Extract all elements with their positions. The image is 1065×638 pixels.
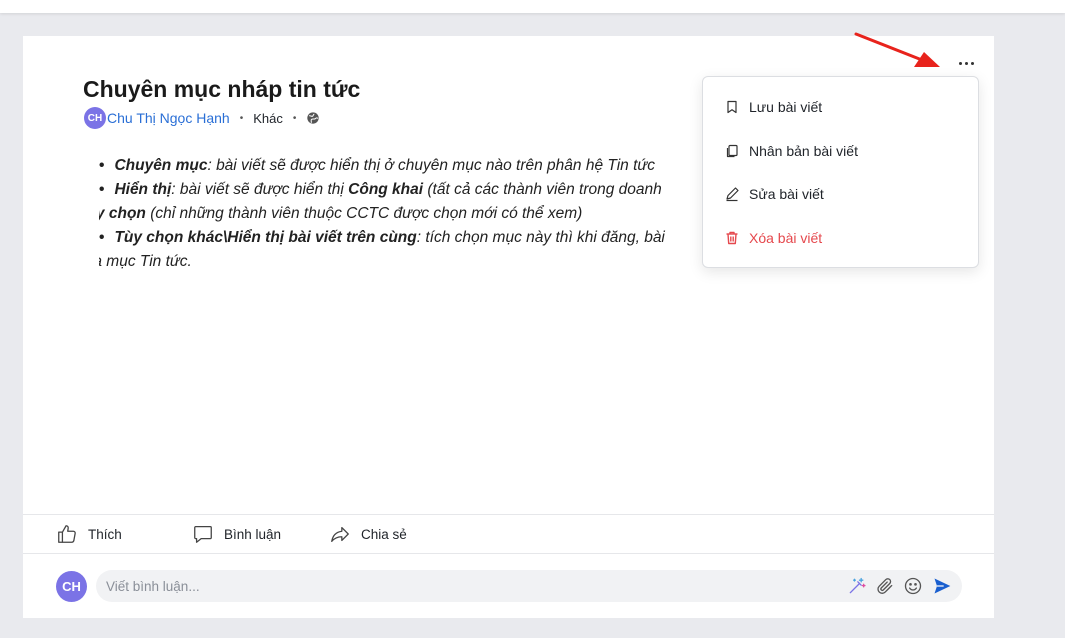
- meta-separator: •: [292, 112, 297, 124]
- like-button[interactable]: Thích: [56, 515, 122, 553]
- copy-icon: [726, 144, 738, 158]
- bookmark-icon: [727, 100, 737, 114]
- paperclip-icon[interactable]: [875, 576, 895, 596]
- menu-item-label: Xóa bài viết: [749, 230, 823, 246]
- thumbs-up-icon: [58, 525, 76, 543]
- menu-item-label: Sửa bài viết: [749, 186, 824, 202]
- content-line: Tùy chọn (chỉ những thành viên thuộc CCT…: [99, 205, 583, 222]
- bullet: •: [99, 157, 105, 174]
- emoji-icon[interactable]: [903, 576, 923, 596]
- annotation-arrow-icon: [854, 32, 940, 67]
- more-options-button[interactable]: [955, 55, 977, 71]
- menu-item-label: Nhân bản bài viết: [749, 143, 858, 159]
- bullet: •: [99, 229, 105, 246]
- trash-icon: [726, 231, 738, 245]
- share-label: Chia sẻ: [361, 526, 407, 542]
- content-line: • Hiển thị: bài viết sẽ được hiển thị Côn…: [99, 181, 662, 198]
- comment-input[interactable]: [106, 570, 806, 602]
- current-user-avatar: CH: [56, 571, 87, 602]
- author-avatar[interactable]: CH: [84, 107, 106, 129]
- share-arrow-icon: [331, 526, 349, 542]
- comment-button[interactable]: Bình luận: [192, 515, 281, 553]
- comment-bubble-icon: [194, 526, 212, 543]
- like-label: Thích: [88, 526, 122, 542]
- ai-magic-wand-icon[interactable]: [847, 576, 867, 596]
- content-line: của mục Tin tức.: [99, 253, 192, 270]
- top-header-bar: [0, 0, 1065, 13]
- more-dots-icon: [958, 61, 962, 65]
- post-content: • Chuyên mục: bài viết sẽ được hiển thị ở…: [99, 154, 799, 284]
- send-icon[interactable]: [932, 576, 952, 596]
- menu-item-delete-post[interactable]: Xóa bài viết: [703, 220, 978, 256]
- content-line: • Chuyên mục: bài viết sẽ được hiển thị ở…: [99, 157, 655, 174]
- bullet: •: [99, 181, 105, 198]
- menu-item-duplicate-post[interactable]: Nhân bản bài viết: [703, 133, 978, 169]
- comment-composer: CH: [23, 554, 994, 618]
- comment-input-container: [96, 570, 962, 602]
- post-title: Chuyên mục nháp tin tức: [83, 76, 361, 102]
- pencil-icon: [726, 187, 739, 202]
- post-meta: CH Chu Thị Ngọc Hạnh • Khác •: [84, 107, 320, 129]
- comment-label: Bình luận: [224, 526, 282, 542]
- content-line: • Tùy chọn khác\Hiển thị bài viết trên cù…: [99, 229, 665, 246]
- meta-separator: •: [239, 112, 244, 124]
- menu-item-label: Lưu bài viết: [749, 99, 823, 115]
- post-options-menu: Lưu bài viết Nhân bản bài viết Sửa bài v…: [702, 76, 979, 268]
- menu-item-edit-post[interactable]: Sửa bài viết: [703, 176, 978, 212]
- globe-icon: [307, 112, 320, 124]
- post-action-bar: Thích Bình luận Chia sẻ: [23, 514, 994, 554]
- share-button[interactable]: Chia sẻ: [329, 515, 407, 553]
- post-category[interactable]: Khác: [253, 111, 283, 126]
- menu-item-save-post[interactable]: Lưu bài viết: [703, 89, 978, 125]
- author-name-link[interactable]: Chu Thị Ngọc Hạnh: [107, 110, 230, 126]
